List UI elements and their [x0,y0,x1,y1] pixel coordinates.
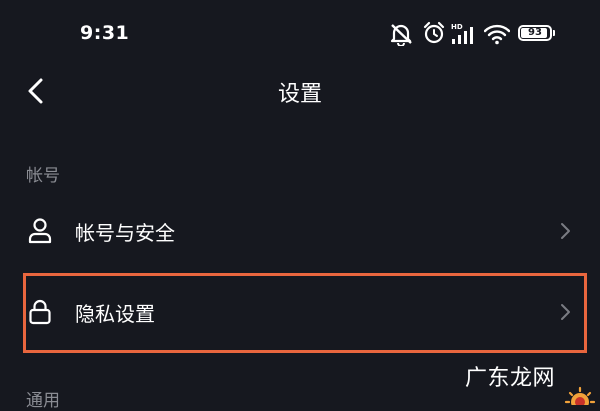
wifi-icon [484,24,510,45]
person-icon [28,218,52,244]
chevron-right-icon [561,223,570,239]
nav-bar: 设置 [0,68,600,114]
status-time: 9:31 [80,22,130,44]
settings-item-label: 帐号与安全 [75,221,175,245]
settings-item-privacy[interactable]: 隐私设置 [0,280,600,344]
battery-level-text: 93 [528,27,542,38]
alarm-icon [423,21,445,44]
lock-icon [29,299,51,325]
section-header-general: 通用 [26,391,60,411]
mute-icon [390,24,412,46]
status-bar: 9:31 HD 93 [0,0,600,68]
battery-icon: 93 [518,25,552,41]
chevron-right-icon [561,304,570,320]
watermark-logo-icon [564,386,596,405]
settings-item-label: 隐私设置 [75,302,155,326]
section-header-account: 帐号 [26,166,60,186]
watermark-text: 广东龙网 [465,366,556,391]
settings-item-account-security[interactable]: 帐号与安全 [0,199,600,263]
cellular-signal-icon [452,27,473,44]
page-title: 设置 [277,82,322,107]
battery-tip [553,30,555,36]
